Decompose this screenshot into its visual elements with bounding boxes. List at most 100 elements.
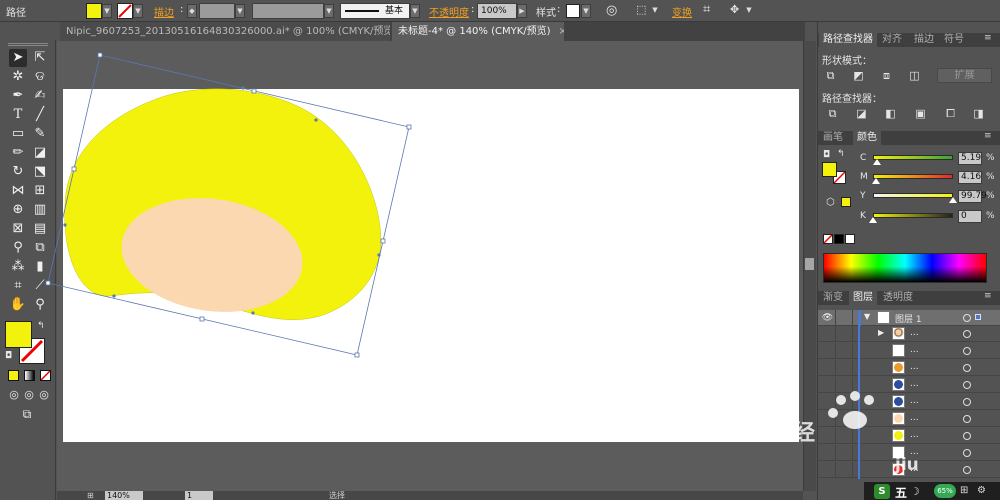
none-swatch[interactable] [823,234,833,244]
tab-stroke[interactable]: 描边 [910,33,938,47]
paintbrush-tool-icon[interactable]: ✎ [31,125,49,143]
gradient-mode-icon[interactable] [24,370,35,381]
opacity-label[interactable]: 不透明度 [429,4,469,19]
doc-tab-nipic[interactable]: Nipic_9607253_20130516164830326000.ai* @… [60,22,390,41]
stroke-weight-stepper[interactable]: ◆ [187,4,197,18]
scale-tool-icon[interactable]: ⬔ [31,163,49,181]
out-of-gamut-icon[interactable]: ⬡ [826,197,835,208]
divide-icon[interactable]: ⧉ [826,107,839,120]
stroke-weight-field[interactable] [199,3,235,19]
isolate-icon[interactable]: ⌗ [703,2,710,17]
visibility-toggle[interactable] [820,462,836,478]
sublayer-row[interactable]: ... [818,343,1000,360]
close-icon[interactable]: × [559,26,564,37]
channel-slider[interactable] [873,193,953,198]
variable-width-profile[interactable] [252,3,324,19]
color-spectrum[interactable] [823,253,987,283]
panel-menu-icon[interactable]: ≡ [984,131,992,141]
panel-menu-icon[interactable]: ≡ [984,291,992,301]
brush-definition[interactable]: 基本 [340,3,410,19]
doc-tab-untitled[interactable]: 未标题-4* @ 140% (CMYK/预览) × [392,22,564,41]
options-icon[interactable]: ✥ [730,3,739,16]
channel-slider[interactable] [873,155,953,160]
hand-tool-icon[interactable]: ✋ [9,296,27,314]
ime-mode[interactable]: 五 [895,484,907,500]
draw-inside-icon[interactable]: ◎ [35,386,53,404]
align-icon[interactable]: ⬚ [636,3,646,16]
visibility-eye-icon[interactable]: 👁 [820,310,836,326]
minus-front-icon[interactable]: ◩ [852,69,865,82]
rotate-tool-icon[interactable]: ↻ [9,163,27,181]
stroke-label[interactable]: 描边 [154,4,174,19]
screen-mode-icon[interactable]: ⧉ [18,405,36,423]
options-dropdown[interactable]: ▼ [744,4,754,18]
lock-toggle[interactable] [837,310,853,326]
status-info[interactable]: 选择 [329,491,345,500]
channel-value-field[interactable]: 5.19 [958,152,982,165]
zoom-tool-icon[interactable]: ⚲ [31,296,49,314]
tray-icon[interactable]: ⊞ [960,485,968,496]
line-tool-icon[interactable]: ╱ [31,106,49,124]
selection-tool-icon[interactable]: ➤ [9,49,27,67]
layer-row-main[interactable]: 👁 ▼ 图层 1 [818,310,1000,326]
unite-icon[interactable]: ⧉ [824,69,837,82]
tab-layers[interactable]: 图层 [849,291,877,305]
performance-badge[interactable]: 65% [934,484,956,498]
panel-menu-icon[interactable]: ≡ [984,33,992,43]
target-circle-icon[interactable] [963,466,971,474]
target-circle-icon[interactable] [963,449,971,457]
sublayer-row[interactable]: ... [818,360,1000,377]
artboard-number-field[interactable]: 1 [185,491,213,500]
stroke-swatch[interactable] [117,3,133,19]
expand-triangle-icon[interactable]: ▶ [878,328,884,337]
graph-tool-icon[interactable]: ▥ [31,201,49,219]
slider-thumb[interactable] [948,197,957,203]
target-circle-icon[interactable] [963,415,971,423]
fill-dropdown[interactable]: ▼ [102,4,112,18]
tab-color[interactable]: 颜色 [853,131,881,145]
align-dropdown[interactable]: ▼ [650,4,660,18]
recolor-icon[interactable]: ◎ [606,3,617,18]
rectangle-tool-icon[interactable]: ▭ [9,125,27,143]
stroke-weight-dropdown[interactable]: ▼ [235,4,245,18]
curvature-tool-icon[interactable]: ✍ [31,87,49,105]
black-swatch[interactable] [834,234,844,244]
target-circle-icon[interactable] [963,398,971,406]
direct-selection-tool-icon[interactable]: ⇱ [31,49,49,67]
swap-fill-stroke-icon[interactable]: ↰ [837,149,845,159]
transform-label[interactable]: 变换 [672,4,692,19]
brush-dropdown[interactable]: ▼ [410,4,420,18]
gamut-swatch[interactable] [841,197,851,207]
sublayer-name[interactable]: ... [910,362,919,372]
channel-value-field[interactable]: 4.16 [958,171,982,184]
target-circle-icon[interactable] [963,347,971,355]
default-colors-icon[interactable]: ◘ [823,150,830,160]
tab-pathfinder[interactable]: 路径查找器 [819,33,877,47]
slider-thumb[interactable] [873,159,881,165]
lock-toggle[interactable] [837,462,853,478]
sublayer-name[interactable]: ... [910,328,919,338]
mesh-tool-icon[interactable]: ⊠ [9,220,27,238]
lock-toggle[interactable] [837,326,853,342]
swap-fill-stroke-icon[interactable]: ↰ [37,321,45,331]
visibility-toggle[interactable] [820,326,836,342]
color-mode-icon[interactable] [8,370,19,381]
gradient-tool-icon[interactable]: ▤ [31,220,49,238]
vertical-scroll-thumb[interactable] [805,258,814,270]
intersect-icon[interactable]: ⧈ [880,69,893,82]
target-circle-icon[interactable] [963,432,971,440]
graphic-style-swatch[interactable] [566,4,580,18]
sublayer-row[interactable]: ▶... [818,326,1000,343]
slider-thumb[interactable] [872,178,881,184]
opacity-dropdown[interactable]: ▶ [517,4,527,18]
slice-tool-icon[interactable]: ⟋ [31,277,49,295]
crop-icon[interactable]: ▣ [914,107,927,120]
tab-transparency[interactable]: 透明度 [879,291,917,305]
expand-button[interactable]: 扩展 [937,68,992,83]
default-colors-icon[interactable]: ◘ [5,351,12,361]
tab-gradient[interactable]: 渐变 [819,291,847,305]
lock-toggle[interactable] [837,360,853,376]
lasso-tool-icon[interactable]: ଡ [31,68,49,86]
channel-value-field[interactable]: 0 [958,210,982,223]
opacity-field[interactable]: 100% [477,3,517,19]
